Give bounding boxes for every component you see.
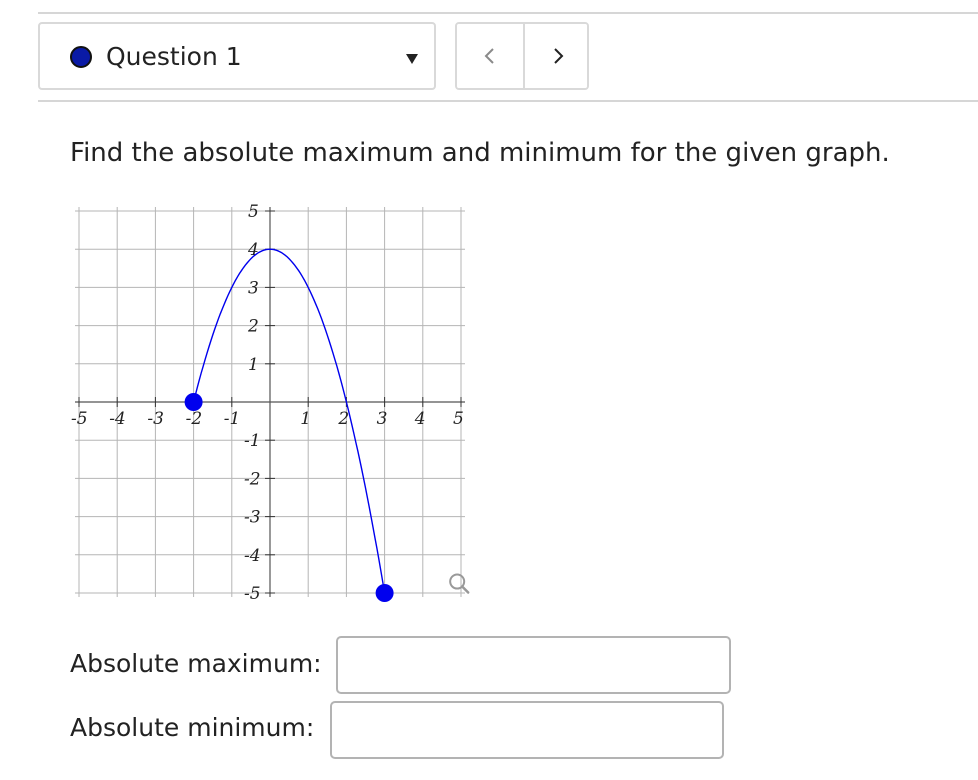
x-tick-label: 5 <box>453 409 464 429</box>
graph-svg: -5 -4 -3 -2 -1 1 2 3 4 554321-1-2-3-4-5 <box>71 202 470 604</box>
question-dropdown[interactable]: Question 1 <box>38 22 436 90</box>
function-graph: -5 -4 -3 -2 -1 1 2 3 4 5 5 4 3 2 1 -1 -2 -3 -4 -5 <box>62 194 482 612</box>
x-tick-label: -2 <box>186 409 203 429</box>
absolute-minimum-label: Absolute minimum: <box>70 713 315 742</box>
function-curve <box>192 248 386 594</box>
header-divider <box>38 100 978 102</box>
right-endpoint <box>375 584 394 602</box>
absolute-maximum-input[interactable] <box>336 636 731 694</box>
y-tick-label: -2 <box>244 469 261 489</box>
y-tick-label: 2 <box>247 317 259 337</box>
y-tick-label: 3 <box>248 278 259 298</box>
previous-question-button[interactable] <box>457 24 522 88</box>
x-tick-label: 4 <box>414 409 426 429</box>
x-tick-label: 1 <box>300 409 311 429</box>
magnifier-handle <box>460 585 470 594</box>
absolute-minimum-input[interactable] <box>330 701 724 759</box>
next-question-button[interactable] <box>523 24 587 88</box>
caret-down-icon <box>406 54 418 64</box>
question-nav <box>455 22 589 90</box>
y-tick-label: 5 <box>248 202 259 222</box>
y-tick-label: -3 <box>244 508 261 528</box>
y-tick-label: 1 <box>248 355 259 375</box>
left-endpoint <box>184 393 203 411</box>
chevron-left-icon <box>484 48 494 64</box>
x-tick-label: 2 <box>337 409 349 429</box>
x-tick-label: -4 <box>109 409 126 429</box>
y-tick-label: -4 <box>244 546 261 566</box>
question-status-dot <box>70 46 92 68</box>
x-tick-label: -1 <box>224 409 241 429</box>
x-tick-label: -3 <box>147 409 164 429</box>
top-divider <box>38 12 978 14</box>
question-label: Question 1 <box>106 42 242 71</box>
absolute-maximum-label: Absolute maximum: <box>70 649 322 678</box>
x-tick-label: 3 <box>377 409 388 429</box>
y-tick-label: -1 <box>244 431 261 451</box>
question-prompt: Find the absolute maximum and minimum fo… <box>70 138 890 168</box>
chevron-right-icon <box>553 48 563 64</box>
x-tick-label: -5 <box>71 409 88 429</box>
y-tick-label: -5 <box>244 584 261 604</box>
